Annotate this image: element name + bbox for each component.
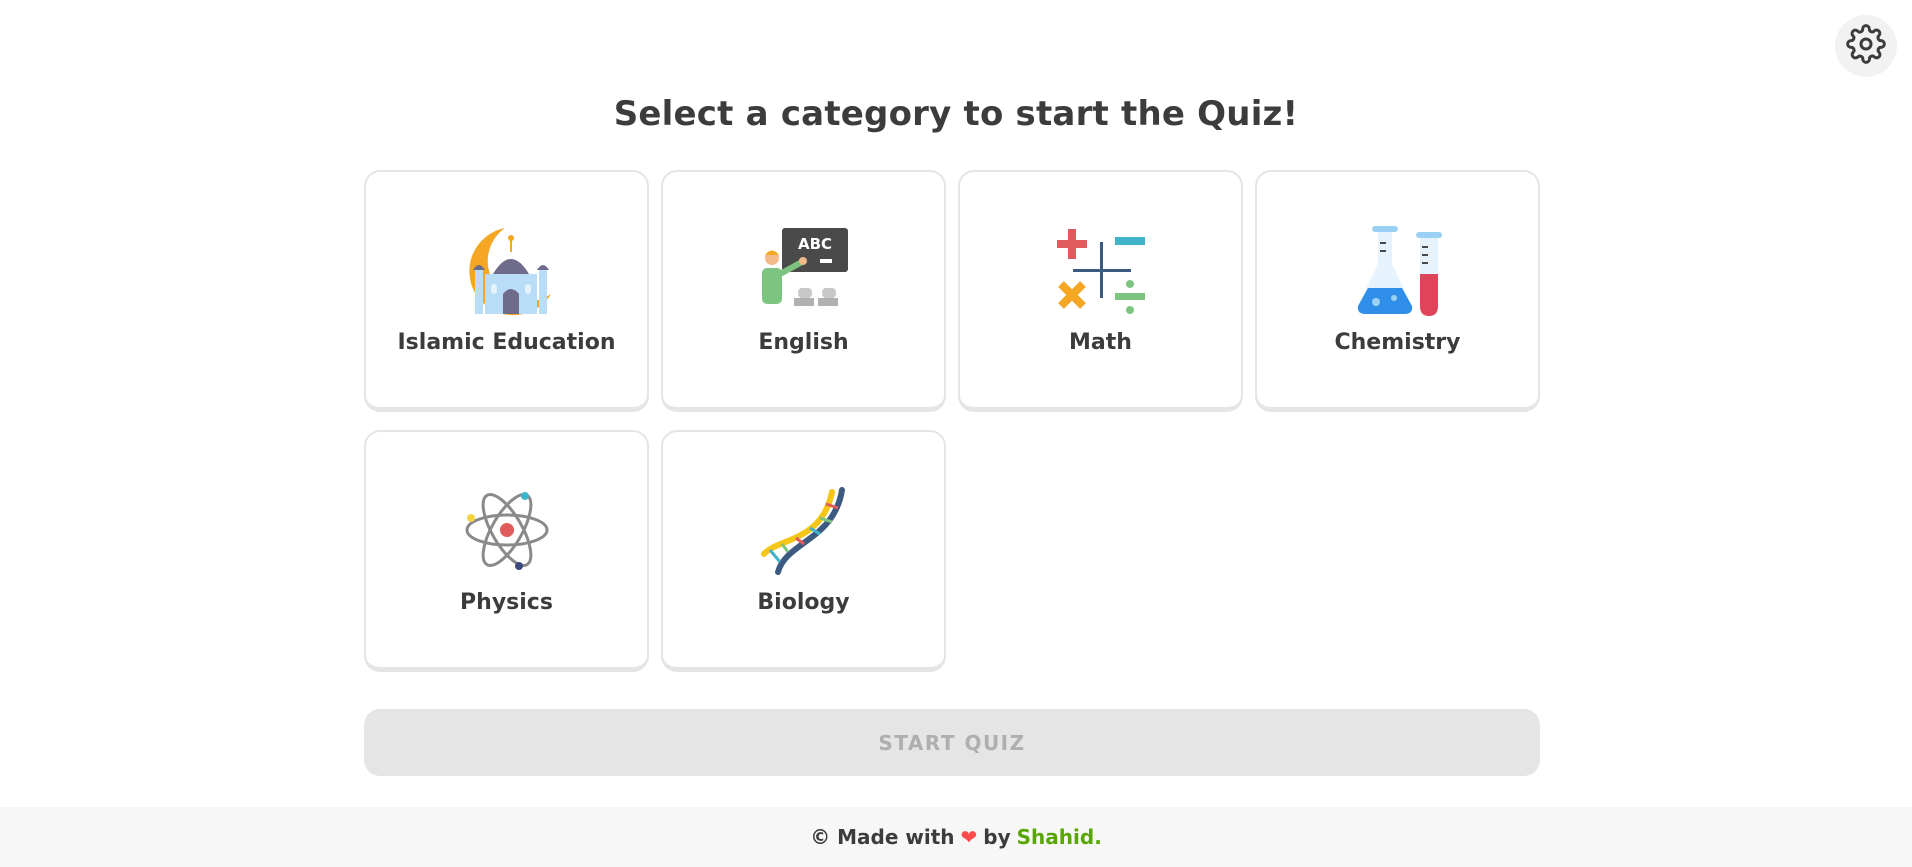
category-card-chemistry[interactable]: Chemistry xyxy=(1255,170,1540,412)
category-grid: Islamic Education ABC English Math Chemi… xyxy=(364,170,1540,672)
page-title: Select a category to start the Quiz! xyxy=(613,94,1299,134)
category-label: Chemistry xyxy=(1334,330,1461,355)
category-label: English xyxy=(758,330,849,355)
category-card-english[interactable]: ABC English xyxy=(661,170,946,412)
dna-icon xyxy=(756,482,852,578)
category-card-islamic-education[interactable]: Islamic Education xyxy=(364,170,649,412)
category-label: Islamic Education xyxy=(397,330,616,355)
category-label: Biology xyxy=(757,590,850,615)
atom-icon xyxy=(459,482,555,578)
category-card-math[interactable]: Math xyxy=(958,170,1243,412)
category-label: Physics xyxy=(460,590,553,615)
gear-icon xyxy=(1846,24,1886,68)
settings-button[interactable] xyxy=(1835,15,1897,77)
quiz-page: Select a category to start the Quiz! Isl… xyxy=(0,0,1912,867)
footer-by: by xyxy=(983,825,1011,849)
footer-author-link[interactable]: Shahid. xyxy=(1017,825,1102,849)
heart-icon: ❤ xyxy=(960,825,978,849)
category-card-physics[interactable]: Physics xyxy=(364,430,649,672)
svg-text:ABC: ABC xyxy=(797,235,831,253)
category-card-biology[interactable]: Biology xyxy=(661,430,946,672)
start-quiz-button[interactable]: START QUIZ xyxy=(364,709,1540,776)
math-operators-icon xyxy=(1053,222,1149,318)
footer-copyright: © Made with xyxy=(810,825,955,849)
footer: © Made with ❤ by Shahid. xyxy=(0,807,1912,867)
teacher-blackboard-icon: ABC xyxy=(756,222,852,318)
mosque-icon xyxy=(459,222,555,318)
flask-test-tube-icon xyxy=(1350,222,1446,318)
category-label: Math xyxy=(1069,330,1132,355)
